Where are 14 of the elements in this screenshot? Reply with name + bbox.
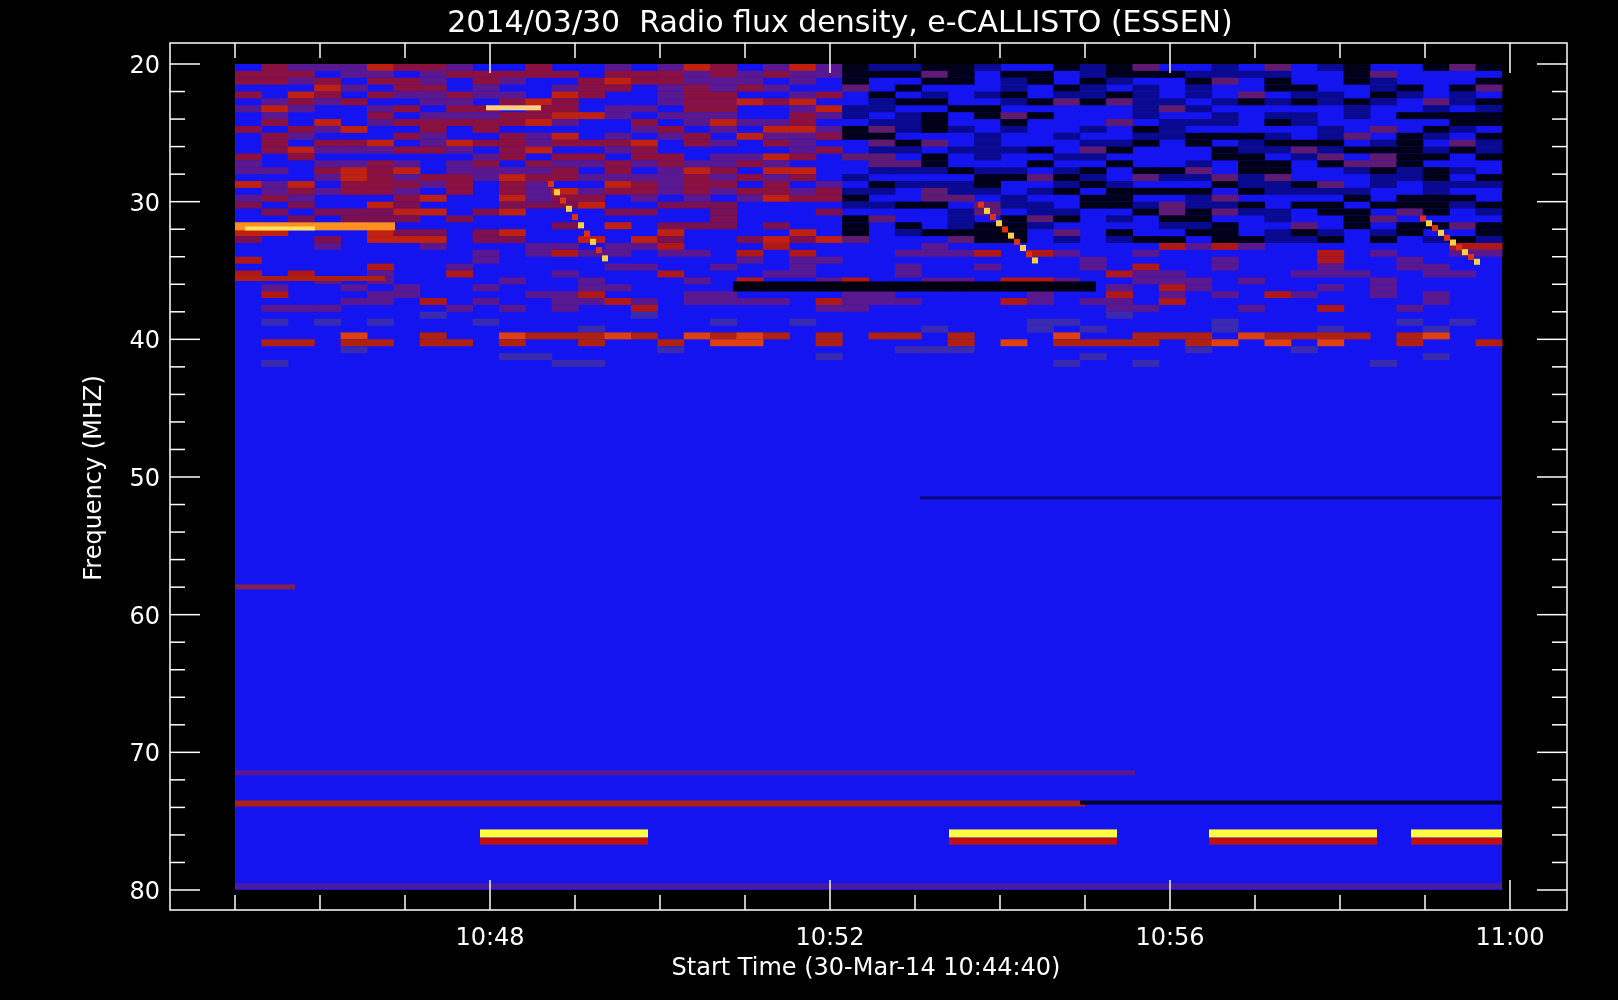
x-tick-label: 10:56 xyxy=(1135,923,1205,951)
plot-title: 2014/03/30 Radio flux density, e-CALLISTO (ESSEN) xyxy=(447,4,1233,39)
y-tick-label: 60 xyxy=(129,601,160,630)
y-tick-label: 50 xyxy=(129,464,160,492)
y-axis-label: Frequency (MHZ) xyxy=(79,375,107,581)
y-tick-label: 80 xyxy=(129,877,160,905)
x-tick-label: 10:52 xyxy=(795,923,865,951)
x-tick-label: 11:00 xyxy=(1475,923,1545,951)
y-tick-label: 20 xyxy=(129,51,160,79)
y-tick-label: 40 xyxy=(129,326,160,355)
x-tick-label: 10:48 xyxy=(455,923,525,951)
x-axis-label: Start Time (30-Mar-14 10:44:40) xyxy=(671,953,1061,981)
y-tick-label: 30 xyxy=(129,188,160,217)
y-tick-label: 70 xyxy=(129,739,160,768)
